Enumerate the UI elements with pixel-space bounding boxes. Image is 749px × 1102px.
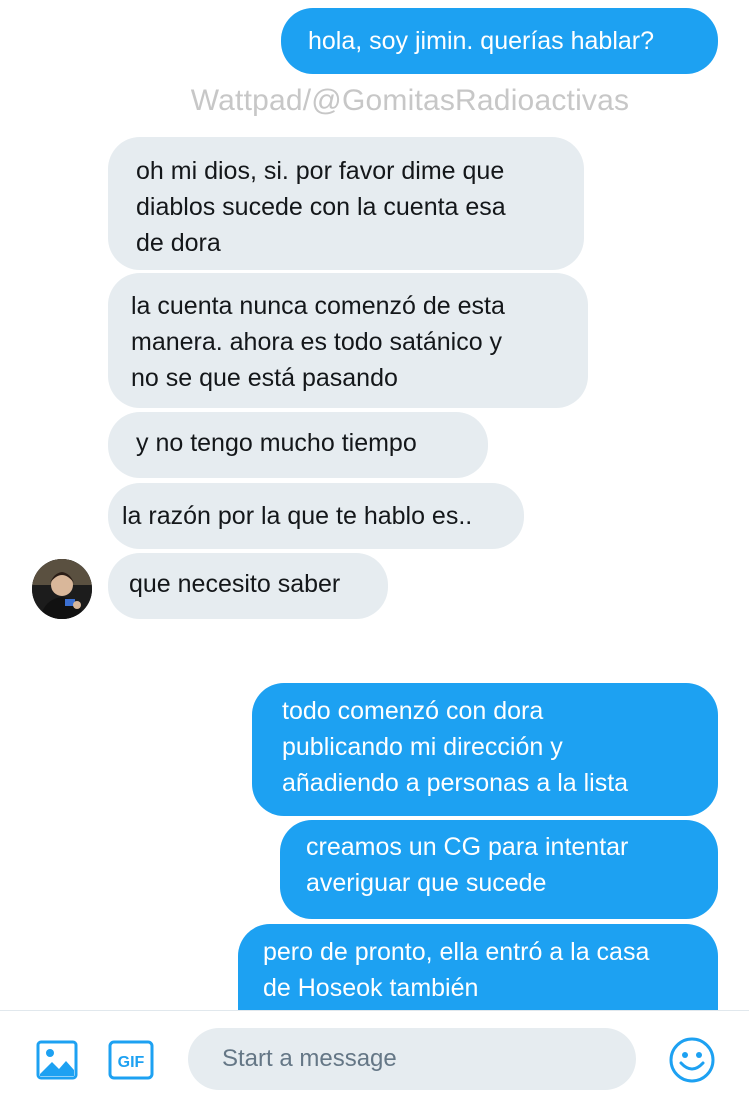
- message-bubble-outgoing: hola, soy jimin. querías hablar?: [281, 8, 718, 74]
- message-bubble-incoming: y no tengo mucho tiempo: [108, 412, 488, 478]
- gif-icon-label: GIF: [118, 1054, 145, 1071]
- message-bubble-outgoing: creamos un CG para intentar averiguar qu…: [280, 820, 718, 919]
- avatar[interactable]: [32, 559, 92, 619]
- message-bubble-outgoing: todo comenzó con dora publicando mi dire…: [252, 683, 718, 816]
- message-input[interactable]: [188, 1028, 636, 1090]
- emoji-icon[interactable]: [668, 1036, 716, 1089]
- image-icon[interactable]: [36, 1040, 78, 1085]
- message-composer: GIF: [0, 1010, 749, 1102]
- gif-icon[interactable]: GIF: [108, 1040, 154, 1085]
- watermark: Wattpad/@GomitasRadioactivas: [190, 84, 630, 117]
- message-bubble-incoming: oh mi dios, si. por favor dime que diabl…: [108, 137, 584, 270]
- message-bubble-incoming: que necesito saber: [108, 553, 388, 619]
- message-bubble-incoming: la razón por la que te hablo es..: [108, 483, 524, 549]
- message-bubble-incoming: la cuenta nunca comenzó de esta manera. …: [108, 273, 588, 408]
- avatar-photo: [32, 559, 92, 619]
